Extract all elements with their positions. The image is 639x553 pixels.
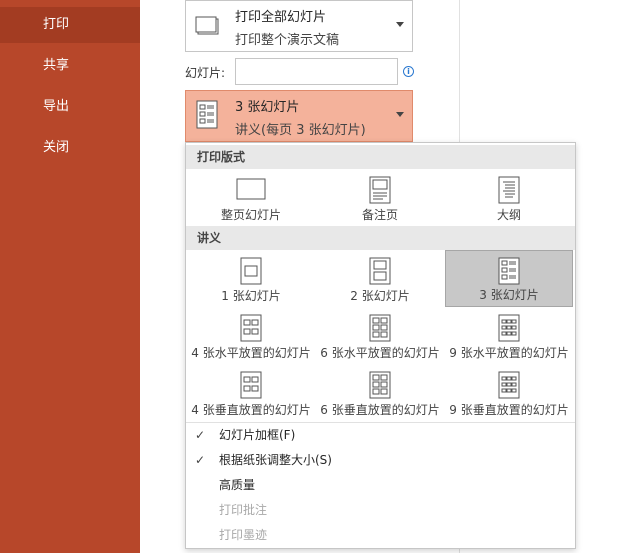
info-icon[interactable]: i [403,66,414,77]
option-label: 3 张幻灯片 [479,288,539,302]
notes-page-icon [369,176,391,204]
scale-to-fit-toggle[interactable]: ✓ 根据纸张调整大小(S) [186,448,575,472]
handout-2-icon [369,257,391,285]
handout-9v-icon [498,371,520,399]
outline-icon [498,176,520,204]
handout-6h-icon [369,314,391,342]
handout-4v-icon [240,371,262,399]
chevron-down-icon [396,112,404,117]
option-handout-2[interactable]: 2 张幻灯片 [316,251,444,307]
option-label: 大纲 [496,208,521,222]
option-label: 6 张垂直放置的幻灯片 [320,403,440,417]
slides-input[interactable] [235,58,398,85]
check-icon: ✓ [195,428,206,442]
print-ink-toggle: 打印墨迹 [186,523,575,547]
sidebar-item-close[interactable]: 关闭 [0,130,140,166]
print-layout-heading: 打印版式 [186,145,575,169]
toggle-label: 幻灯片加框(F) [219,428,296,442]
frame-slides-toggle[interactable]: ✓ 幻灯片加框(F) [186,423,575,447]
layout-title: 3 张幻灯片 [235,100,300,115]
option-outline[interactable]: 大纲 [445,170,573,226]
handouts-heading: 讲义 [186,226,575,250]
option-notes-page[interactable]: 备注页 [316,170,444,226]
toggle-label: 打印批注 [219,503,268,517]
slides-stack-icon [194,13,220,39]
handout-6v-icon [369,371,391,399]
option-label: 9 张水平放置的幻灯片 [449,346,569,360]
handout-3-icon [498,257,520,285]
option-label: 4 张垂直放置的幻灯片 [191,403,311,417]
high-quality-toggle[interactable]: 高质量 [186,473,575,497]
handout-9h-icon [498,314,520,342]
layout-menu: 打印版式 整页幻灯片 备注页 大纲 讲义 1 张幻灯片 2 张幻灯片 3 张幻灯… [185,142,576,549]
layout-subtitle: 讲义(每页 3 张幻灯片) [235,123,366,138]
toggle-label: 根据纸张调整大小(S) [219,453,332,467]
print-range-subtitle: 打印整个演示文稿 [235,33,340,48]
option-handout-4h[interactable]: 4 张水平放置的幻灯片 [187,308,315,364]
option-label: 9 张垂直放置的幻灯片 [449,403,569,417]
sidebar-item-share[interactable]: 共享 [0,48,140,84]
layout-dropdown[interactable]: 3 张幻灯片 讲义(每页 3 张幻灯片) [185,90,413,142]
option-label: 1 张幻灯片 [221,289,281,303]
option-handout-6h[interactable]: 6 张水平放置的幻灯片 [316,308,444,364]
option-label: 4 张水平放置的幻灯片 [191,346,311,360]
option-label: 2 张幻灯片 [350,289,410,303]
option-handout-1[interactable]: 1 张幻灯片 [187,251,315,307]
option-handout-9h[interactable]: 9 张水平放置的幻灯片 [445,308,573,364]
sidebar-item-export[interactable]: 导出 [0,89,140,125]
option-handout-3[interactable]: 3 张幻灯片 [445,250,573,307]
print-range-dropdown[interactable]: 打印全部幻灯片 打印整个演示文稿 [185,0,413,52]
toggle-label: 打印墨迹 [219,528,268,542]
option-label: 备注页 [361,208,398,222]
option-label: 6 张水平放置的幻灯片 [320,346,440,360]
option-handout-9v[interactable]: 9 张垂直放置的幻灯片 [445,365,573,421]
option-full-page[interactable]: 整页幻灯片 [187,170,315,226]
full-page-icon [236,178,266,200]
sidebar-item-print[interactable]: 打印 [0,7,140,43]
print-comments-toggle: 打印批注 [186,498,575,522]
handout-1-icon [240,257,262,285]
backstage-sidebar: 打印 共享 导出 关闭 [0,0,140,553]
slides-label: 幻灯片: [185,66,226,80]
option-handout-6v[interactable]: 6 张垂直放置的幻灯片 [316,365,444,421]
print-range-title: 打印全部幻灯片 [235,10,327,25]
handout-3-icon [194,100,220,129]
handout-4h-icon [240,314,262,342]
check-icon: ✓ [195,453,206,467]
toggle-label: 高质量 [219,478,256,492]
option-handout-4v[interactable]: 4 张垂直放置的幻灯片 [187,365,315,421]
option-label: 整页幻灯片 [220,208,281,222]
chevron-down-icon [396,22,404,27]
